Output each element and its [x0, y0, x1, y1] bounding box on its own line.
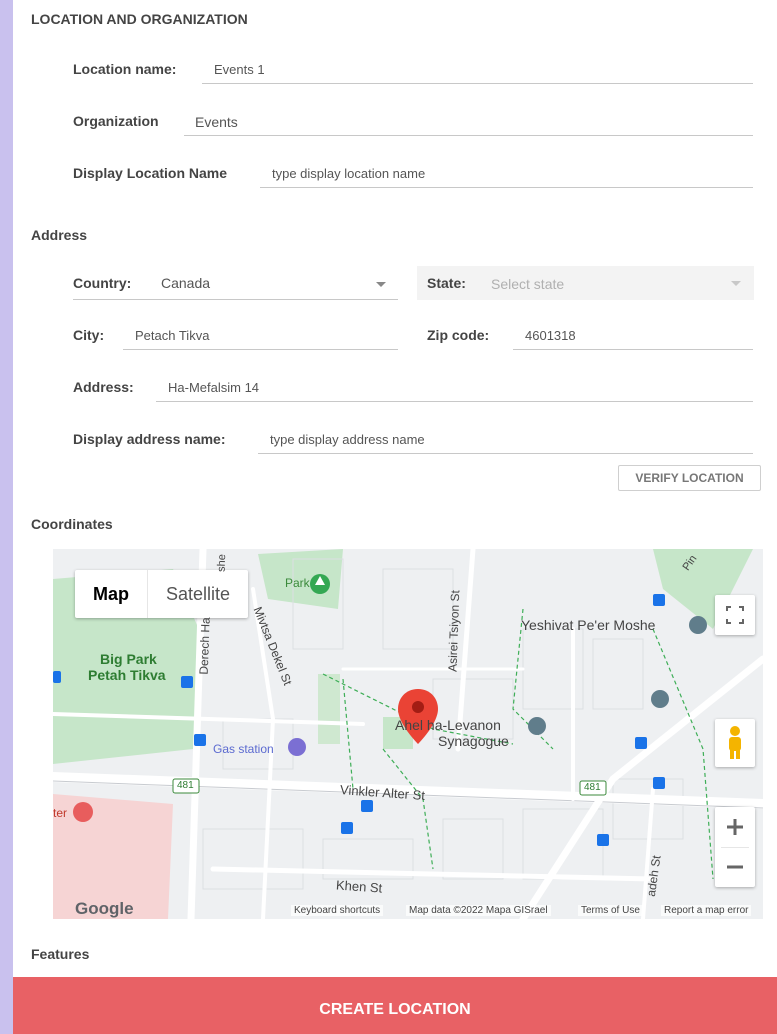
map-type-control[interactable]: Map Satellite	[75, 570, 249, 618]
plus-icon	[727, 819, 743, 835]
display-location-name-input[interactable]: type display location name	[272, 166, 425, 181]
display-address-name-underline	[258, 453, 753, 454]
display-location-name-field[interactable]: Display Location Name type display locat…	[73, 160, 753, 188]
map-footer: Keyboard shortcuts Map data ©2022 Mapa G…	[53, 905, 763, 919]
location-name-value[interactable]: Events 1	[214, 62, 265, 77]
map-label-gas-station: Gas station	[213, 742, 274, 756]
zip-code-label: Zip code:	[427, 327, 490, 343]
map-type-satellite-button[interactable]: Satellite	[148, 570, 248, 618]
state-dropdown-icon[interactable]	[731, 281, 741, 286]
organization-label: Organization	[73, 113, 159, 129]
map-label-synagogue-2: Synagogue	[438, 733, 509, 749]
fullscreen-button[interactable]	[715, 595, 755, 635]
display-location-name-label: Display Location Name	[73, 165, 228, 181]
zoom-in-button[interactable]	[715, 807, 755, 847]
country-underline	[73, 299, 398, 300]
map-label-big-park-2: Petah Tikva	[88, 667, 166, 683]
route-shield-481: 481	[177, 780, 194, 791]
state-placeholder[interactable]: Select state	[491, 276, 564, 292]
organization-field[interactable]: Organization Events	[73, 108, 753, 136]
map-label-ter: ter	[53, 806, 68, 820]
display-address-name-label: Display address name:	[73, 431, 226, 447]
zoom-out-button[interactable]	[715, 847, 755, 887]
address-field[interactable]: Address: Ha-Mefalsim 14	[73, 374, 753, 402]
city-label: City:	[73, 327, 105, 343]
display-address-name-input[interactable]: type display address name	[270, 432, 425, 447]
city-field[interactable]: City: Petach Tikva	[73, 322, 398, 350]
verify-location-button[interactable]: VERIFY LOCATION	[618, 465, 761, 491]
zoom-control[interactable]	[715, 807, 755, 887]
address-label: Address:	[73, 379, 134, 395]
map-type-map-button[interactable]: Map	[75, 570, 148, 618]
map-label-asirei: Asirei Tsiyon St	[445, 589, 463, 673]
keyboard-shortcuts-link[interactable]: Keyboard shortcuts	[291, 905, 384, 916]
country-value[interactable]: Canada	[161, 275, 210, 291]
section-title-location: LOCATION AND ORGANIZATION	[31, 11, 248, 27]
state-label: State:	[427, 275, 466, 291]
route-shield-481-east: 481	[584, 782, 601, 793]
country-dropdown-icon[interactable]	[376, 282, 386, 287]
pegman-icon	[729, 726, 741, 759]
map-label-yeshivat: Yeshivat Pe'er Moshe	[521, 617, 656, 633]
location-name-field[interactable]: Location name: Events 1	[73, 56, 753, 84]
create-location-button[interactable]: CREATE LOCATION	[13, 977, 777, 1034]
country-select[interactable]: Country: Canada	[73, 270, 398, 300]
map-label-she: she	[215, 553, 229, 573]
minus-icon	[727, 865, 743, 869]
terms-of-use-link[interactable]: Terms of Use	[578, 905, 643, 916]
organization-value[interactable]: Events	[195, 114, 238, 130]
organization-underline	[184, 135, 753, 136]
state-select[interactable]: State: Select state	[417, 266, 754, 300]
city-underline	[123, 349, 398, 350]
map-label-park: Park	[285, 576, 310, 590]
street-view-pegman-button[interactable]	[715, 719, 755, 767]
zip-code-field[interactable]: Zip code: 4601318	[427, 322, 753, 350]
location-name-underline	[202, 83, 753, 84]
section-title-address: Address	[31, 227, 88, 243]
google-map[interactable]: Map Satellite Park Big Park Petah Tikva …	[53, 549, 763, 919]
fullscreen-icon	[726, 606, 744, 624]
zip-code-underline	[513, 349, 753, 350]
section-title-features: Features	[31, 946, 90, 962]
display-location-name-underline	[260, 187, 753, 188]
map-data-attribution: Map data ©2022 Mapa GISrael	[406, 905, 551, 916]
display-address-name-field[interactable]: Display address name: type display addre…	[73, 426, 753, 454]
map-label-khen: Khen St	[335, 877, 383, 896]
section-title-coordinates: Coordinates	[31, 516, 113, 532]
city-value[interactable]: Petach Tikva	[135, 328, 209, 343]
map-label-synagogue-1: Ahel ha-Levanon	[395, 717, 501, 733]
address-value[interactable]: Ha-Mefalsim 14	[168, 380, 259, 395]
location-form-panel: LOCATION AND ORGANIZATION Location name:…	[13, 0, 777, 1034]
report-map-error-link[interactable]: Report a map error	[661, 905, 752, 916]
map-label-derech: Derech Ha	[196, 617, 213, 675]
map-label-big-park: Big Park	[100, 651, 157, 667]
location-name-label: Location name:	[73, 61, 177, 77]
country-label: Country:	[73, 275, 132, 291]
zip-code-value[interactable]: 4601318	[525, 328, 576, 343]
address-underline	[156, 401, 753, 402]
